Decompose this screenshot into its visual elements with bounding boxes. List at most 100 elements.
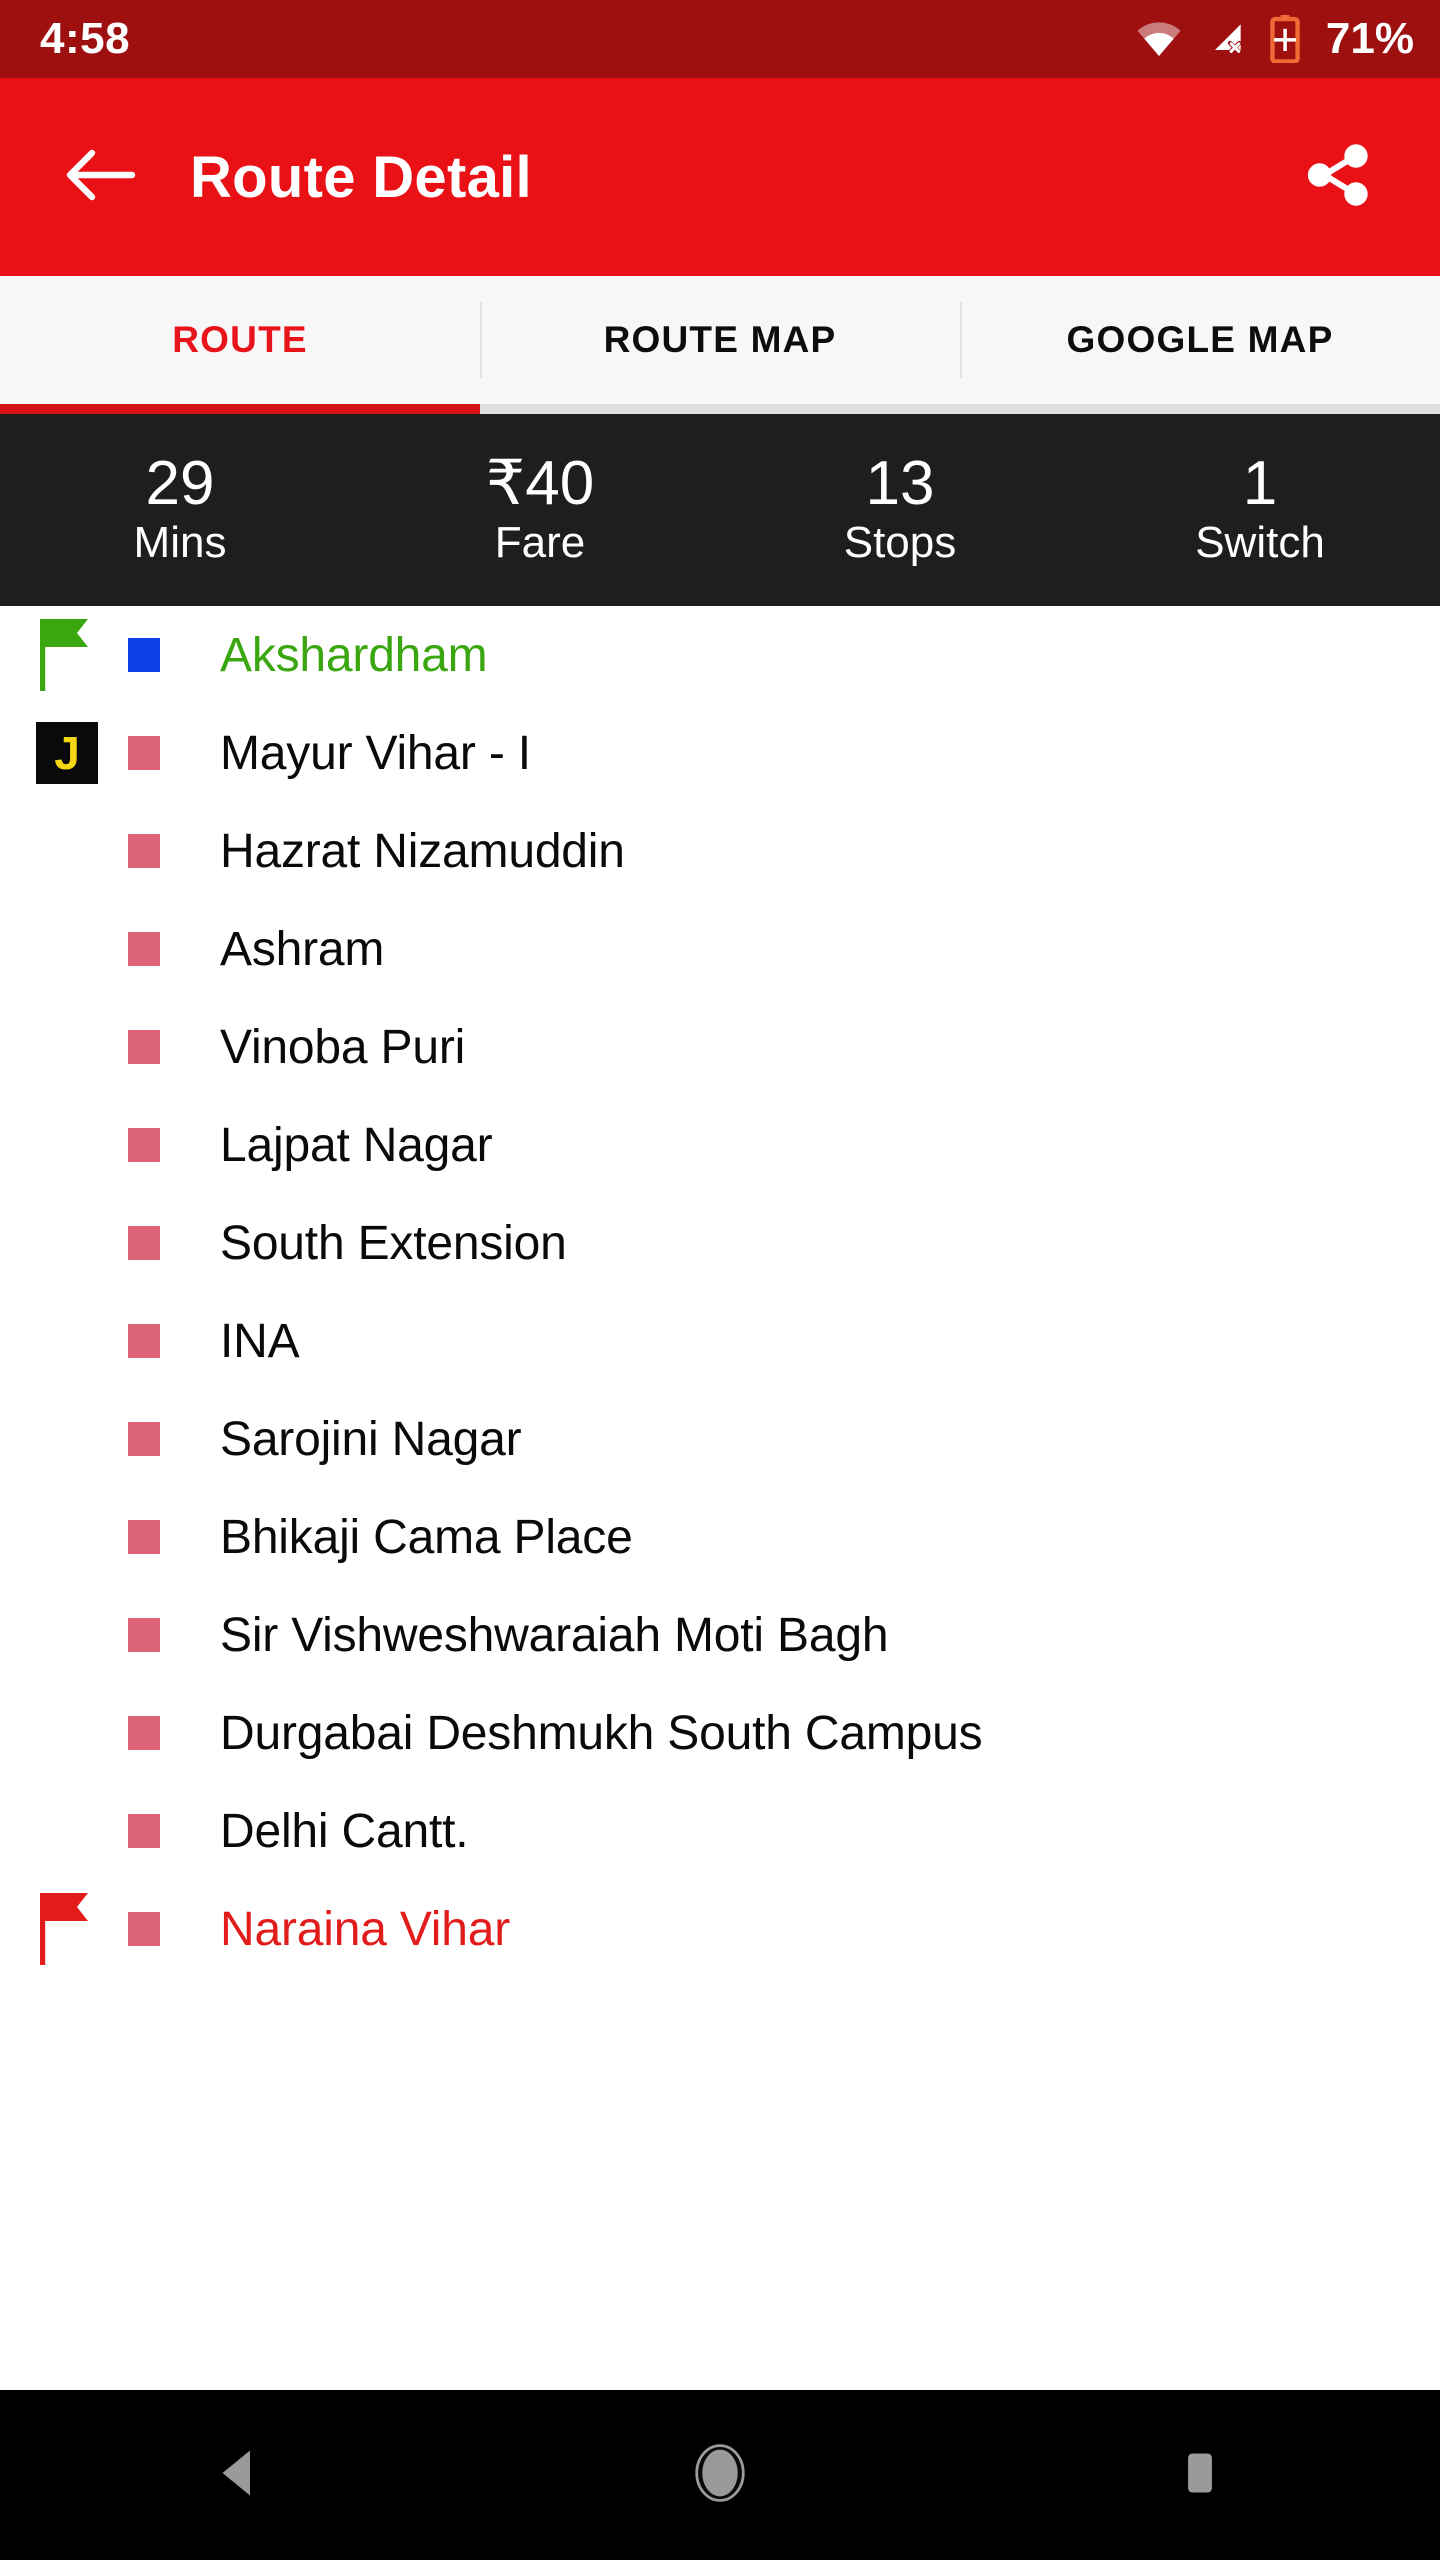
tab-route-map[interactable]: ROUTE MAP [480, 276, 960, 404]
stop-color-marker [128, 1912, 220, 1946]
route-color-square [128, 1618, 160, 1652]
recents-square-icon [1174, 2447, 1226, 2504]
battery-charging-icon [1270, 15, 1300, 63]
stat-fare-value: ₹40 [485, 449, 595, 519]
stop-row[interactable]: J Mayur Vihar - I [0, 704, 1440, 802]
tab-route-label: ROUTE [172, 319, 308, 360]
stop-color-marker [128, 1226, 220, 1260]
stat-stops: 13 Stops [720, 451, 1080, 569]
stop-row[interactable]: Sarojini Nagar [0, 1390, 1440, 1488]
stat-duration-label: Mins [133, 518, 227, 568]
stat-fare-label: Fare [494, 518, 586, 568]
back-triangle-icon [210, 2443, 270, 2508]
stop-color-marker [128, 1814, 220, 1848]
stop-row[interactable]: Ashram [0, 900, 1440, 998]
stop-row[interactable]: INA [0, 1292, 1440, 1390]
stop-name: Vinoba Puri [220, 1020, 466, 1074]
stop-list[interactable]: Akshardham J Mayur Vihar - I Hazrat Nizamud… [0, 606, 1440, 2390]
stat-stops-label: Stops [843, 518, 957, 568]
page-title: Route Detail [190, 144, 532, 210]
stop-row[interactable]: Bhikaji Cama Place [0, 1488, 1440, 1586]
route-color-square [128, 1422, 160, 1456]
stat-switch-value: 1 [1242, 449, 1278, 519]
route-color-square [128, 1128, 160, 1162]
stop-color-marker [128, 834, 220, 868]
stop-row[interactable]: Lajpat Nagar [0, 1096, 1440, 1194]
route-color-square [128, 736, 160, 770]
status-icon-group: 71% [1136, 15, 1414, 63]
stop-name: South Extension [220, 1216, 567, 1270]
tab-bar: ROUTE ROUTE MAP GOOGLE MAP [0, 276, 1440, 404]
status-time: 4:58 [40, 14, 131, 63]
junction-badge: J [36, 722, 98, 784]
stop-name: Mayur Vihar - I [220, 726, 531, 780]
share-icon [1299, 137, 1375, 218]
stop-row[interactable]: Hazrat Nizamuddin [0, 802, 1440, 900]
stop-color-marker [128, 1422, 220, 1456]
stop-row[interactable]: Naraina Vihar [0, 1880, 1440, 1978]
stop-name: Sir Vishweshwaraiah Moti Bagh [220, 1608, 889, 1662]
stop-name: Sarojini Nagar [220, 1412, 522, 1466]
battery-percent-label: 71% [1325, 14, 1414, 63]
stop-color-marker [128, 932, 220, 966]
stop-leading-marker: J [36, 722, 128, 784]
stop-color-marker [128, 1324, 220, 1358]
stop-row[interactable]: South Extension [0, 1194, 1440, 1292]
stat-fare: ₹40 Fare [360, 451, 720, 569]
route-color-square [128, 1520, 160, 1554]
stop-color-marker [128, 1618, 220, 1652]
nav-recents-button[interactable] [1110, 2390, 1290, 2560]
back-button[interactable] [40, 117, 160, 237]
route-color-square [128, 1324, 160, 1358]
stop-row[interactable]: Durgabai Deshmukh South Campus [0, 1684, 1440, 1782]
stop-row[interactable]: Akshardham [0, 606, 1440, 704]
stop-color-marker [128, 1716, 220, 1750]
stop-row[interactable]: Vinoba Puri [0, 998, 1440, 1096]
route-color-square [128, 932, 160, 966]
stop-color-marker [128, 1520, 220, 1554]
tab-route-map-label: ROUTE MAP [603, 319, 837, 360]
stat-stops-value: 13 [865, 449, 935, 519]
route-color-square [128, 834, 160, 868]
tab-google-map-label: GOOGLE MAP [1066, 319, 1334, 360]
end-flag-icon [36, 1889, 92, 1970]
route-color-square [128, 1226, 160, 1260]
stat-duration: 29 Mins [0, 451, 360, 569]
stop-name: Durgabai Deshmukh South Campus [220, 1706, 983, 1760]
stop-name: Hazrat Nizamuddin [220, 824, 625, 878]
stop-name: Bhikaji Cama Place [220, 1510, 633, 1564]
route-color-square [128, 638, 160, 672]
stat-duration-value: 29 [145, 449, 215, 519]
stop-leading-marker [36, 1889, 128, 1970]
stop-name: INA [220, 1314, 300, 1368]
stop-name: Ashram [220, 922, 385, 976]
back-arrow-icon [64, 145, 136, 210]
stop-color-marker [128, 638, 220, 672]
route-summary-bar: 29 Mins ₹40 Fare 13 Stops 1 Switch [0, 414, 1440, 606]
route-color-square [128, 1716, 160, 1750]
tab-active-indicator [0, 404, 480, 414]
stop-row[interactable]: Sir Vishweshwaraiah Moti Bagh [0, 1586, 1440, 1684]
stop-leading-marker [36, 615, 128, 696]
stop-row[interactable]: Delhi Cantt. [0, 1782, 1440, 1880]
tab-route[interactable]: ROUTE [0, 276, 480, 404]
wifi-icon [1136, 22, 1182, 56]
route-color-square [128, 1912, 160, 1946]
stop-name: Akshardham [220, 628, 488, 682]
nav-back-button[interactable] [150, 2390, 330, 2560]
route-color-square [128, 1030, 160, 1064]
stat-switch-label: Switch [1195, 518, 1325, 568]
cellular-no-sim-icon [1204, 22, 1248, 56]
nav-home-button[interactable] [630, 2390, 810, 2560]
stat-switch: 1 Switch [1080, 451, 1440, 569]
app-screen: 4:58 71% Route Detail ROUTE ROUTE MAP GO… [0, 0, 1440, 2560]
tab-google-map[interactable]: GOOGLE MAP [960, 276, 1440, 404]
stop-name: Delhi Cantt. [220, 1804, 469, 1858]
start-flag-icon [36, 615, 92, 696]
stop-color-marker [128, 1128, 220, 1162]
route-color-square [128, 1814, 160, 1848]
share-button[interactable] [1282, 122, 1392, 232]
stop-name: Naraina Vihar [220, 1902, 511, 1956]
status-bar: 4:58 71% [0, 0, 1440, 78]
android-navigation-bar [0, 2390, 1440, 2560]
